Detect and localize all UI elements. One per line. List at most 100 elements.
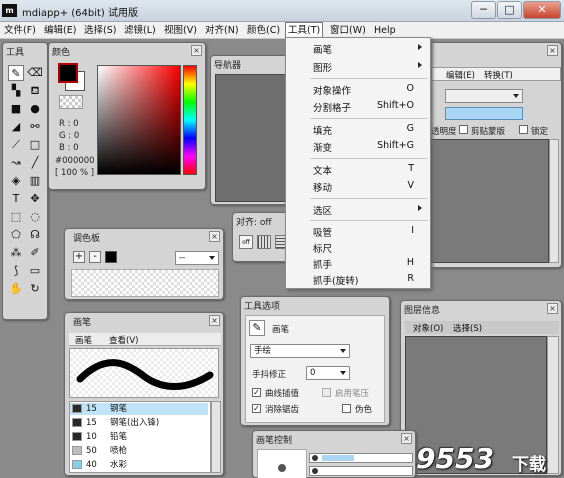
rect-select-icon[interactable]: ⬚ bbox=[8, 209, 24, 225]
menu-separator bbox=[310, 220, 428, 221]
menu-item-split-cells[interactable]: 分割格子 Shift+O bbox=[286, 97, 430, 115]
layer-menu-edit[interactable]: 编辑(E) bbox=[446, 69, 475, 81]
curve-icon[interactable]: ↝ bbox=[8, 155, 24, 171]
hand-icon[interactable]: ✋ bbox=[8, 281, 24, 297]
gradient-icon[interactable]: ▥ bbox=[27, 173, 43, 189]
ruler-icon[interactable]: ▭ bbox=[27, 263, 43, 279]
menu-item-shape[interactable]: 图形 bbox=[286, 57, 430, 75]
antialias-checkbox[interactable]: ✓ bbox=[252, 404, 261, 413]
clip-mask-checkbox[interactable] bbox=[459, 125, 468, 134]
layer-list[interactable] bbox=[431, 139, 549, 263]
palette-swatch-area[interactable] bbox=[71, 269, 219, 297]
palette-current-swatch[interactable] bbox=[105, 251, 117, 263]
move-icon[interactable]: ✥ bbox=[27, 191, 43, 207]
menu-filter[interactable]: 滤镜(L) bbox=[122, 22, 158, 39]
close-icon[interactable]: × bbox=[191, 45, 202, 56]
brush-item-pen-taper[interactable]: 15 钢笔(出入锋) bbox=[70, 417, 208, 429]
add-color-button[interactable]: + bbox=[73, 251, 85, 263]
draw-mode-select[interactable]: 手绘 bbox=[250, 344, 350, 358]
polygon-select-icon[interactable]: ⬠ bbox=[8, 227, 24, 243]
menu-item-text[interactable]: 文本 T bbox=[286, 160, 430, 178]
menu-edit[interactable]: 编辑(E) bbox=[42, 22, 78, 39]
opacity-label: 透明度 bbox=[431, 127, 457, 137]
fake-color-checkbox[interactable] bbox=[342, 404, 351, 413]
layer-info-menu-select[interactable]: 选择(S) bbox=[453, 322, 482, 334]
align-grid-icon[interactable] bbox=[257, 235, 271, 249]
ellipse-select-icon[interactable]: ◌ bbox=[27, 209, 43, 225]
lasso-fill-icon[interactable]: ⚯ bbox=[27, 119, 43, 135]
menu-view[interactable]: 视图(V) bbox=[162, 22, 199, 39]
layer-menu-convert[interactable]: 转换(T) bbox=[484, 69, 513, 81]
menu-item-move[interactable]: 移动 V bbox=[286, 177, 430, 195]
blend-mode-select[interactable] bbox=[445, 89, 523, 103]
brush-tab[interactable]: 画笔 bbox=[75, 334, 92, 346]
align-off-button[interactable]: off bbox=[239, 235, 253, 249]
dot-brush-icon[interactable]: ▚ bbox=[8, 83, 24, 99]
palette-select[interactable]: -- bbox=[175, 251, 219, 265]
opacity-value: [ 100 % ] bbox=[55, 168, 95, 178]
menu-select[interactable]: 选择(S) bbox=[82, 22, 118, 39]
bucket-icon[interactable]: ⛾ bbox=[27, 83, 43, 99]
lasso-select-icon[interactable]: ☊ bbox=[27, 227, 43, 243]
title-bar: m mdiapp+ (64bit) 试用版 ─ □ ✕ bbox=[0, 0, 564, 22]
saturation-value-picker[interactable] bbox=[97, 65, 181, 175]
brush-list-scrollbar[interactable] bbox=[211, 401, 221, 473]
layer-info-menu-object[interactable]: 对象(O) bbox=[413, 322, 443, 334]
curve-interp-checkbox[interactable]: ✓ bbox=[252, 388, 261, 397]
foreground-color-swatch[interactable] bbox=[58, 63, 78, 83]
rect-fill-icon[interactable]: ■ bbox=[8, 101, 24, 117]
text-icon[interactable]: T bbox=[8, 191, 24, 207]
close-icon[interactable]: × bbox=[547, 303, 558, 314]
line-icon[interactable]: ⟋ bbox=[8, 137, 24, 153]
minimize-button[interactable]: ─ bbox=[471, 1, 496, 19]
menu-align[interactable]: 对齐(N) bbox=[203, 22, 241, 39]
menu-item-fill[interactable]: 填充 G bbox=[286, 120, 430, 138]
fill-icon[interactable]: ◈ bbox=[8, 173, 24, 189]
pressure-checkbox[interactable] bbox=[322, 388, 331, 397]
close-icon[interactable]: × bbox=[547, 45, 558, 56]
close-icon[interactable]: × bbox=[209, 315, 220, 326]
rotate-hand-icon[interactable]: ↻ bbox=[27, 281, 43, 297]
menu-color[interactable]: 颜色(C) bbox=[245, 22, 282, 39]
eraser-icon[interactable]: ⌫ bbox=[27, 65, 43, 81]
maximize-button[interactable]: □ bbox=[497, 1, 522, 19]
rect-outline-icon[interactable]: □ bbox=[27, 137, 43, 153]
polygon-fill-icon[interactable]: ◢ bbox=[8, 119, 24, 135]
navigator-preview[interactable] bbox=[215, 74, 287, 202]
close-icon[interactable]: × bbox=[401, 433, 412, 444]
opacity-slider[interactable] bbox=[445, 107, 523, 120]
brush-size-slider[interactable] bbox=[309, 453, 413, 463]
close-button[interactable]: ✕ bbox=[523, 1, 561, 19]
tools-panel: 工具 ✎ ⌫ ▚ ⛾ ■ ● ◢ ⚯ ⟋ □ ↝ ╱ ◈ ▥ T ✥ ⬚ ◌ ⬠… bbox=[2, 42, 48, 320]
submenu-arrow-icon bbox=[418, 62, 422, 68]
remove-color-button[interactable]: - bbox=[89, 251, 101, 263]
brush-item-pencil[interactable]: 10 铅笔 bbox=[70, 431, 208, 443]
brush-control-title: 画笔控制 bbox=[256, 436, 293, 446]
brush-item-watercolor[interactable]: 40 水彩 bbox=[70, 459, 208, 471]
pencil-icon[interactable]: ╱ bbox=[27, 155, 43, 171]
eyedropper-icon[interactable]: ⟆ bbox=[8, 263, 24, 279]
menu-item-hand-rotate[interactable]: 抓手(旋转) R bbox=[286, 270, 430, 288]
menu-item-selection[interactable]: 选区 bbox=[286, 200, 430, 218]
stabilizer-select[interactable]: 0 bbox=[306, 366, 350, 380]
layer-info-scrollbar[interactable] bbox=[547, 336, 559, 474]
fake-color-label: 伪色 bbox=[355, 405, 373, 415]
brush-opacity-slider[interactable] bbox=[309, 466, 413, 476]
brush-color-swatch bbox=[72, 404, 82, 413]
brush-item-airbrush[interactable]: 50 喷枪 bbox=[70, 445, 208, 457]
menu-file[interactable]: 文件(F) bbox=[2, 22, 38, 39]
select-pen-icon[interactable]: ✐ bbox=[27, 245, 43, 261]
menu-item-brush[interactable]: 画笔 bbox=[286, 39, 430, 57]
view-tab[interactable]: 查看(V) bbox=[109, 334, 138, 346]
menu-item-gradient[interactable]: 渐变 Shift+G bbox=[286, 137, 430, 155]
transparent-swatch[interactable] bbox=[59, 95, 83, 109]
pen-icon[interactable]: ✎ bbox=[8, 65, 24, 81]
close-icon[interactable]: × bbox=[209, 231, 220, 242]
circle-fill-icon[interactable]: ● bbox=[27, 101, 43, 117]
layer-list-scrollbar[interactable] bbox=[549, 139, 559, 263]
menu-item-object-op[interactable]: 对象操作 O bbox=[286, 80, 430, 98]
lock-checkbox[interactable] bbox=[519, 125, 528, 134]
brush-item-pen[interactable]: 15 钢笔 bbox=[70, 403, 208, 415]
hue-slider[interactable] bbox=[183, 65, 197, 175]
magic-wand-icon[interactable]: ⁂ bbox=[8, 245, 24, 261]
